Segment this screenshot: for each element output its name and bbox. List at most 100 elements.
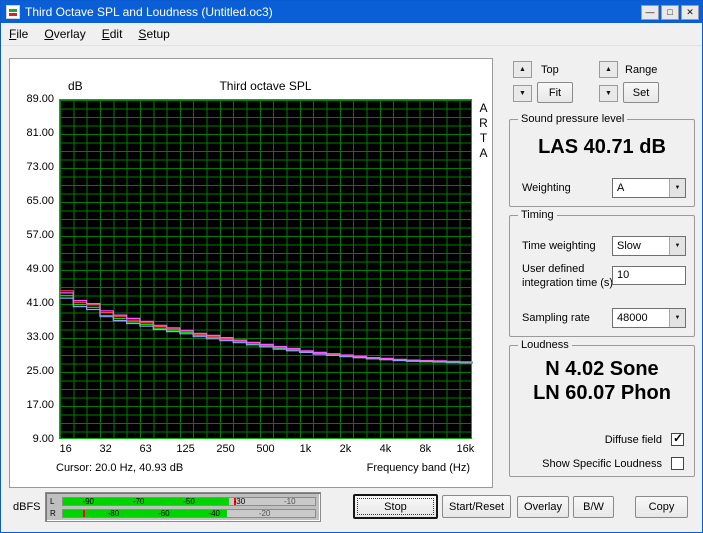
y-tick-label: 57.00 <box>10 229 54 241</box>
sampling-rate-dropdown[interactable]: 48000 <box>612 308 686 328</box>
weighting-dropdown[interactable]: A <box>612 178 686 198</box>
x-tick-label: 16 <box>60 443 72 455</box>
window-title: Third Octave SPL and Loudness (Untitled.… <box>25 5 639 19</box>
x-tick-label: 16k <box>456 443 474 455</box>
integration-label-line1: User defined <box>522 263 584 275</box>
meter-scale-label: -10 <box>284 498 296 506</box>
y-tick-label: 73.00 <box>10 161 54 173</box>
diffuse-field-label: Diffuse field <box>605 434 662 446</box>
loudness-group-label: Loudness <box>518 339 572 351</box>
time-weighting-value: Slow <box>617 240 641 252</box>
y-tick-label: 65.00 <box>10 195 54 207</box>
meter-row-l: L -90 -70 -50 -30 -10 <box>50 497 316 507</box>
x-tick-label: 500 <box>256 443 274 455</box>
integration-label-line2: integration time (s) <box>522 277 613 289</box>
meter-scale-label: -20 <box>259 510 271 518</box>
menu-overlay[interactable]: Overlay <box>36 24 93 44</box>
time-weighting-dropdown[interactable]: Slow <box>612 236 686 256</box>
weighting-value: A <box>617 182 624 194</box>
chevron-down-icon[interactable] <box>669 179 685 197</box>
meter-scale-label: -80 <box>108 510 120 518</box>
sampling-rate-label: Sampling rate <box>522 312 590 324</box>
app-window: Third Octave SPL and Loudness (Untitled.… <box>0 0 703 533</box>
weighting-label: Weighting <box>522 182 571 194</box>
spl-group-label: Sound pressure level <box>518 113 627 125</box>
app-icon <box>6 5 20 19</box>
loudness-sone-readout: N 4.02 Sone <box>510 358 694 381</box>
x-tick-label: 1k <box>300 443 312 455</box>
meter-channel-label: R <box>50 509 56 519</box>
integration-time-input[interactable]: 10 <box>612 266 686 285</box>
loudness-phon-readout: LN 60.07 Phon <box>510 382 694 405</box>
start-reset-button[interactable]: Start/Reset <box>442 495 511 518</box>
level-meter-track: -80 -60 -40 -20 <box>62 509 316 518</box>
loudness-group: Loudness N 4.02 Sone LN 60.07 Phon Diffu… <box>509 345 695 477</box>
overlay-button[interactable]: Overlay <box>517 496 569 518</box>
x-tick-label: 2k <box>340 443 352 455</box>
menu-edit[interactable]: Edit <box>94 24 131 44</box>
meter-scale-label: -30 <box>234 498 246 506</box>
spl-plot-area[interactable] <box>59 99 472 439</box>
chart-panel: dB Third octave SPL ARTA 89.0081.0073.00… <box>9 58 493 488</box>
x-tick-label: 8k <box>420 443 432 455</box>
top-scale-down-button[interactable] <box>513 85 532 102</box>
y-tick-label: 81.00 <box>10 127 54 139</box>
peak-hold-indicator <box>83 510 85 517</box>
spl-traces <box>60 100 473 440</box>
y-tick-label: 9.00 <box>10 433 54 445</box>
minimize-button[interactable]: — <box>641 5 659 20</box>
x-tick-label: 250 <box>216 443 234 455</box>
x-tick-label: 63 <box>139 443 151 455</box>
cursor-readout: Cursor: 20.0 Hz, 40.93 dB <box>56 462 183 474</box>
x-tick-label: 32 <box>100 443 112 455</box>
chevron-down-icon[interactable] <box>669 309 685 327</box>
show-specific-loudness-checkbox[interactable] <box>671 457 684 470</box>
meter-scale-label: -50 <box>183 498 195 506</box>
range-scale-down-button[interactable] <box>599 85 618 102</box>
level-meter-panel: L -90 -70 -50 -30 -10 R -80 -60 -40 -20 <box>45 492 321 522</box>
meter-row-r: R -80 -60 -40 -20 <box>50 509 316 519</box>
level-meter-track: -90 -70 -50 -30 -10 <box>62 497 316 506</box>
y-tick-label: 49.00 <box>10 263 54 275</box>
x-axis-title: Frequency band (Hz) <box>367 462 470 474</box>
title-bar[interactable]: Third Octave SPL and Loudness (Untitled.… <box>1 1 702 23</box>
menu-file[interactable]: File <box>1 24 36 44</box>
set-button[interactable]: Set <box>623 82 659 103</box>
spl-group: Sound pressure level LAS 40.71 dB Weight… <box>509 119 695 207</box>
spl-readout: LAS 40.71 dB <box>510 136 694 159</box>
top-label: Top <box>541 64 559 76</box>
level-meter-fill <box>63 510 227 517</box>
fit-button[interactable]: Fit <box>537 82 573 103</box>
stop-button[interactable]: Stop <box>353 494 438 519</box>
menu-bar: FileOverlayEditSetup <box>1 23 702 46</box>
copy-button[interactable]: Copy <box>635 496 688 518</box>
y-tick-label: 41.00 <box>10 297 54 309</box>
meter-scale-label: -40 <box>208 510 220 518</box>
sampling-rate-value: 48000 <box>617 312 648 324</box>
timing-group-label: Timing <box>518 209 557 221</box>
chart-title: Third octave SPL <box>59 79 472 93</box>
meter-channel-label: L <box>50 497 54 507</box>
meter-scale-label: -70 <box>133 498 145 506</box>
show-specific-loudness-label: Show Specific Loudness <box>542 458 662 470</box>
close-button[interactable]: ✕ <box>681 5 699 20</box>
dbfs-label: dBFS <box>13 501 41 513</box>
diffuse-field-checkbox[interactable] <box>671 433 684 446</box>
y-tick-label: 25.00 <box>10 365 54 377</box>
chevron-down-icon[interactable] <box>669 237 685 255</box>
time-weighting-label: Time weighting <box>522 240 596 252</box>
timing-group: Timing Time weighting Slow User defined … <box>509 215 695 337</box>
bw-button[interactable]: B/W <box>573 496 614 518</box>
range-scale-up-button[interactable] <box>599 61 618 78</box>
x-tick-label: 4k <box>380 443 392 455</box>
y-tick-label: 89.00 <box>10 93 54 105</box>
x-tick-label: 125 <box>176 443 194 455</box>
range-label: Range <box>625 64 657 76</box>
meter-scale-label: -60 <box>158 510 170 518</box>
maximize-button[interactable]: □ <box>661 5 679 20</box>
y-tick-label: 17.00 <box>10 399 54 411</box>
meter-scale-label: -90 <box>82 498 94 506</box>
y-tick-label: 33.00 <box>10 331 54 343</box>
menu-setup[interactable]: Setup <box>130 24 177 44</box>
top-scale-up-button[interactable] <box>513 61 532 78</box>
